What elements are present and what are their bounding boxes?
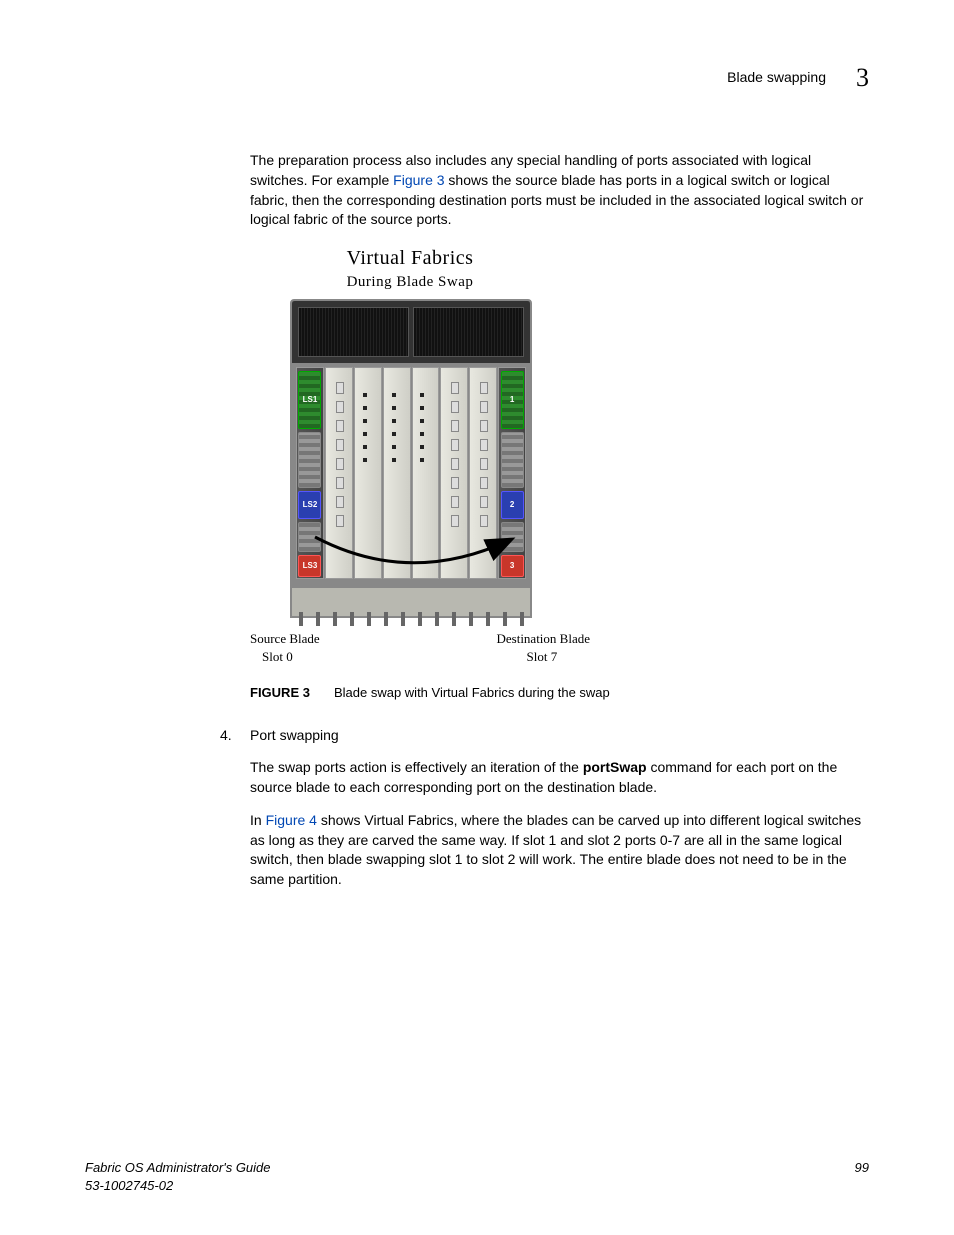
ls1-segment: LS1 <box>298 371 321 429</box>
chassis-bottom <box>292 587 530 616</box>
chassis-diagram: LS1 LS2 LS3 1 2 3 <box>290 299 532 618</box>
dest-seg-1: 1 <box>501 371 524 429</box>
page-footer: Fabric OS Administrator's Guide 53-10027… <box>85 1159 869 1195</box>
slot-2 <box>354 367 382 579</box>
source-slot-label: Slot 0 <box>262 648 320 666</box>
slot-6 <box>469 367 497 579</box>
header-section-title: Blade swapping <box>727 68 826 88</box>
dest-seg-3: 3 <box>501 555 524 577</box>
figure-number: FIGURE 3 <box>250 685 310 700</box>
header-chapter-number: 3 <box>856 60 869 96</box>
ls2-segment: LS2 <box>298 491 321 519</box>
step-4-para-1: The swap ports action is effectively an … <box>250 758 869 797</box>
intro-paragraph: The preparation process also includes an… <box>250 151 869 229</box>
figure-bottom-labels: Source Blade Slot 0 Destination Blade Sl… <box>250 630 590 666</box>
slot-1 <box>325 367 353 579</box>
destination-blade-slot7: 1 2 3 <box>498 367 526 579</box>
figure-3: Virtual Fabrics During Blade Swap LS1 LS… <box>250 244 869 666</box>
portswap-command: portSwap <box>583 759 647 775</box>
figure-caption-text: Blade swap with Virtual Fabrics during t… <box>334 685 610 700</box>
slot-5 <box>440 367 468 579</box>
source-blade-label: Source Blade <box>250 630 320 648</box>
dest-seg-2: 2 <box>501 491 524 519</box>
source-blade-slot0: LS1 LS2 LS3 <box>296 367 324 579</box>
ls3-segment: LS3 <box>298 555 321 577</box>
footer-page-number: 99 <box>855 1159 869 1195</box>
step-title: Port swapping <box>250 726 339 746</box>
step-number: 4. <box>220 726 250 746</box>
figure-title-line2: During Blade Swap <box>250 272 570 293</box>
chassis-top-vents <box>292 301 530 363</box>
footer-guide-title: Fabric OS Administrator's Guide <box>85 1159 271 1177</box>
page-header: Blade swapping 3 <box>85 60 869 96</box>
figure-4-link[interactable]: Figure 4 <box>266 812 317 828</box>
step-4: 4. Port swapping <box>220 726 869 746</box>
figure-3-link[interactable]: Figure 3 <box>393 172 444 188</box>
destination-slot-label: Slot 7 <box>526 648 590 666</box>
destination-blade-label: Destination Blade <box>496 630 590 648</box>
figure-3-caption: FIGURE 3 Blade swap with Virtual Fabrics … <box>250 684 869 702</box>
slot-4 <box>412 367 440 579</box>
footer-doc-number: 53-1002745-02 <box>85 1177 271 1195</box>
figure-title-line1: Virtual Fabrics <box>250 244 570 272</box>
slot-3 <box>383 367 411 579</box>
step-4-para-2: In Figure 4 shows Virtual Fabrics, where… <box>250 811 869 889</box>
